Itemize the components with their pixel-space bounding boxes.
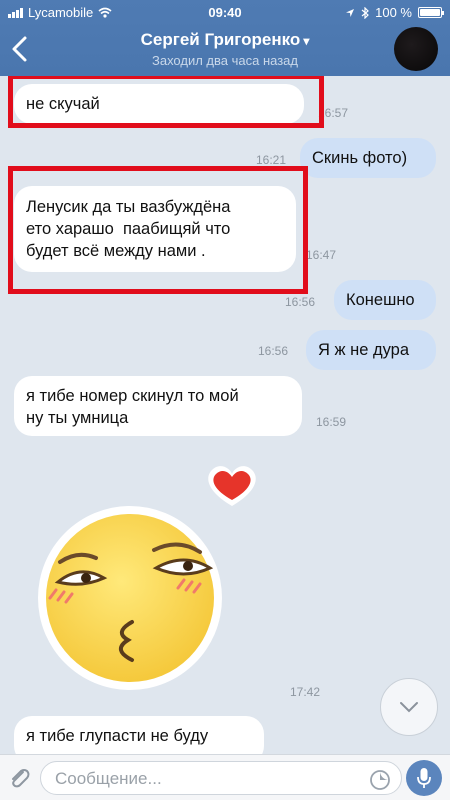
message-text: Скинь фото) — [312, 149, 408, 167]
message-time: 17:42 — [290, 685, 321, 699]
status-bar: Lycamobile 09:40 100 % — [0, 0, 450, 24]
message-incoming[interactable]: я тибе номер скинул то мой ну ты умница — [14, 376, 302, 436]
status-right: 100 % — [345, 5, 444, 20]
location-icon — [346, 8, 355, 17]
highlight-box — [8, 166, 308, 294]
avatar[interactable] — [394, 27, 438, 71]
message-outgoing[interactable]: Я ж не дура — [306, 330, 436, 370]
message-incoming[interactable]: я тибе глупасти не буду — [14, 716, 264, 754]
composer: Сообщение... — [0, 754, 450, 800]
message-text: Конешно — [346, 291, 415, 309]
message-outgoing[interactable]: Конешно — [334, 280, 436, 320]
message-line: я тибе номер скинул то мой — [26, 387, 239, 405]
microphone-icon — [417, 768, 431, 788]
message-input[interactable]: Сообщение... — [40, 761, 402, 795]
highlight-box — [8, 76, 324, 128]
chevron-down-icon: ▾ — [303, 34, 310, 48]
back-icon[interactable] — [8, 34, 32, 64]
message-time: 16:56 — [285, 295, 316, 309]
scroll-down-button[interactable] — [380, 678, 438, 736]
message-outgoing[interactable]: Скинь фото) — [300, 138, 436, 178]
message-input-placeholder: Сообщение... — [55, 769, 162, 788]
message-list[interactable]: не скучай звани 16:57 16:21 Скинь фото) … — [0, 76, 450, 754]
scroll-down-icon — [400, 702, 418, 713]
message-line: ну ты умница — [26, 409, 129, 427]
last-seen: Заходил два часа назад — [152, 53, 298, 68]
message-time: 16:59 — [316, 415, 347, 429]
battery-icon — [418, 7, 444, 18]
contact-name-text: Сергей Григоренко — [140, 30, 301, 49]
message-text: я тибе глупасти не буду — [26, 727, 209, 745]
message-text: Я ж не дура — [318, 341, 410, 359]
battery-percent: 100 % — [375, 5, 412, 20]
message-time: 16:47 — [306, 248, 337, 262]
message-time: 16:56 — [258, 344, 289, 358]
message-time: 16:21 — [256, 153, 287, 167]
chat-header: Lycamobile 09:40 100 % Сергей Григоренко… — [0, 0, 450, 76]
heart-icon — [208, 466, 256, 506]
bluetooth-icon — [361, 6, 370, 19]
paperclip-icon[interactable] — [6, 765, 32, 791]
contact-name[interactable]: Сергей Григоренко ▾ — [60, 30, 390, 50]
microphone-button[interactable] — [406, 760, 442, 796]
sticker-icon[interactable] — [369, 769, 391, 791]
